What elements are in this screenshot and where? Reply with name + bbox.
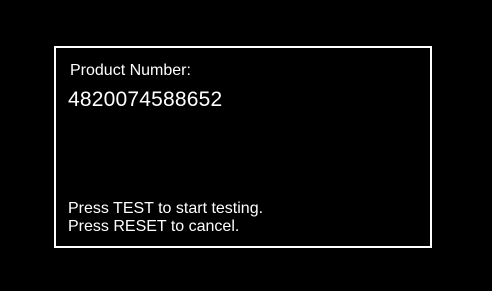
product-number-value: 4820074588652: [68, 88, 223, 111]
test-instruction: Press TEST to start testing.: [68, 200, 264, 217]
reset-instruction: Press RESET to cancel.: [68, 218, 240, 235]
product-info-panel: Product Number: 4820074588652 Press TEST…: [54, 46, 432, 248]
product-number-label: Product Number:: [70, 62, 191, 79]
device-screen: Product Number: 4820074588652 Press TEST…: [0, 0, 492, 291]
instructions-text: Press TEST to start testing. Press RESET…: [68, 200, 263, 236]
